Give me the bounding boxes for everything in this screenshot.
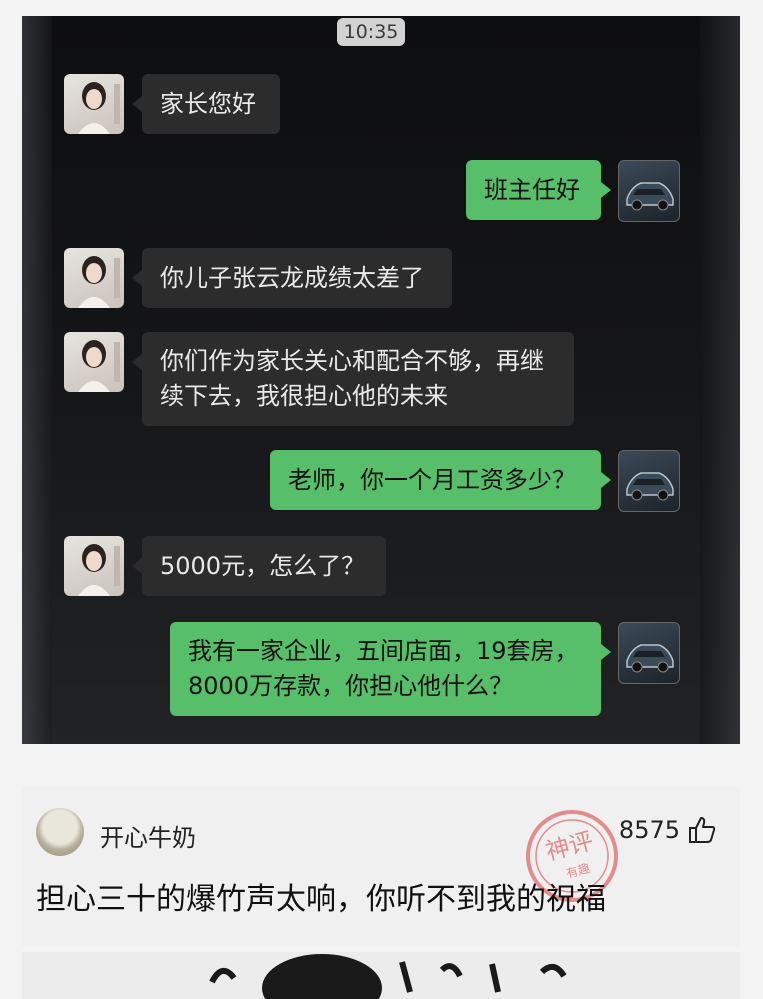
car-icon	[626, 182, 674, 211]
shirt-print-image	[22, 952, 740, 999]
thumbs-up-icon[interactable]	[686, 814, 718, 846]
car-icon	[626, 472, 674, 501]
screenshot-frame: 10:35 家长您好 班主任好 你儿子张云龙成绩太差了 你们作为家长关心和配合不…	[0, 0, 763, 999]
teacher-avatar[interactable]	[64, 332, 124, 392]
parent-avatar[interactable]	[618, 622, 680, 684]
message-bubble[interactable]: 你儿子张云龙成绩太差了	[132, 248, 452, 308]
message-bubble[interactable]: 你们作为家长关心和配合不够，再继 续下去，我很担心他的未来	[132, 332, 574, 426]
teacher-avatar-icon	[78, 82, 120, 134]
teacher-avatar-icon	[78, 544, 120, 596]
chat-screenshot: 10:35 家长您好 班主任好 你儿子张云龙成绩太差了 你们作为家长关心和配合不…	[22, 16, 740, 744]
message-bubble[interactable]: 老师，你一个月工资多少？	[270, 450, 611, 510]
teacher-avatar[interactable]	[64, 248, 124, 308]
message-bubble[interactable]: 家长您好	[132, 74, 280, 134]
teacher-avatar[interactable]	[64, 74, 124, 134]
comment-card: 开心牛奶 神评 有趣 8575 担心三十的爆竹声太响，你听不到我的祝福	[22, 786, 740, 946]
commenter-avatar[interactable]	[36, 808, 84, 856]
commenter-name[interactable]: 开心牛奶	[100, 818, 196, 853]
message-bubble[interactable]: 5000元，怎么了？	[132, 536, 386, 596]
parent-avatar[interactable]	[618, 160, 680, 222]
stamp-text: 神评	[543, 827, 597, 866]
like-count: 8575	[618, 816, 680, 844]
time-stamp: 10:35	[337, 18, 405, 46]
car-icon	[626, 644, 674, 673]
message-bubble[interactable]: 班主任好	[466, 160, 611, 220]
parent-avatar[interactable]	[618, 450, 680, 512]
next-image-preview	[22, 952, 740, 999]
teacher-avatar-icon	[78, 256, 120, 308]
teacher-avatar-icon	[78, 340, 120, 392]
comment-text: 担心三十的爆竹声太响，你听不到我的祝福	[36, 882, 606, 917]
teacher-avatar[interactable]	[64, 536, 124, 596]
message-bubble[interactable]: 我有一家企业，五间店面，19套房， 8000万存款，你担心他什么？	[170, 622, 611, 716]
